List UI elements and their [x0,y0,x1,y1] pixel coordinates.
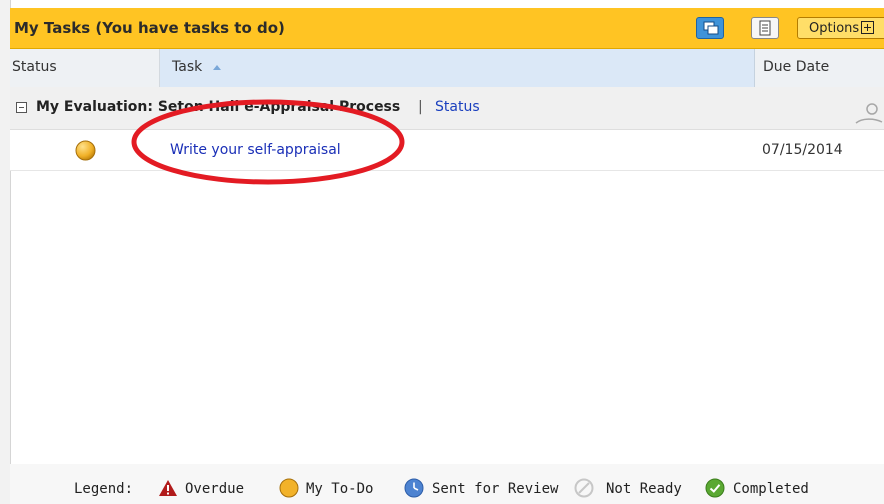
todo-dot-icon [279,478,299,498]
group-separator: | [418,99,423,115]
legend-overdue-label: Overdue [185,481,245,497]
clock-icon [404,478,424,498]
list-view-icon [759,20,771,36]
legend-sent-for-review-label: Sent for Review [432,481,559,497]
todo-dot-icon [75,140,96,161]
task-column-header[interactable]: Task [160,49,755,87]
tree-view-button[interactable] [696,17,724,39]
group-status-link[interactable]: Status [435,99,480,115]
legend-bar: Legend: Overdue My To-Do Sent for Review… [10,464,884,504]
due-date-column-label: Due Date [763,59,830,75]
due-date-column-header[interactable]: Due Date [755,49,884,87]
sort-ascending-icon [212,64,221,70]
tasks-title-bar: My Tasks (You have tasks to do) Options [10,8,884,49]
overdue-warning-icon [159,480,177,496]
user-search-icon[interactable] [852,99,884,125]
task-panel: My Tasks (You have tasks to do) Options … [0,0,884,504]
task-column-label: Task [172,59,203,75]
options-button[interactable]: Options [797,17,884,39]
options-label: Options [809,21,860,36]
column-header-row: Status Task Due Date [10,49,884,88]
completed-check-icon [705,478,725,498]
status-column-label: Status [12,59,57,75]
task-due-date: 07/15/2014 [762,142,843,158]
collapse-minus-icon[interactable] [16,102,27,113]
not-ready-icon [574,478,594,498]
expand-plus-icon [861,21,874,34]
legend-todo-label: My To-Do [306,481,374,497]
legend-not-ready-label: Not Ready [606,481,682,497]
panel-title: My Tasks (You have tasks to do) [14,19,285,37]
annotation-ellipse [131,99,405,185]
legend-label: Legend: [74,481,134,497]
legend-completed-label: Completed [733,481,809,497]
status-column-header[interactable]: Status [10,49,160,87]
list-view-button[interactable] [751,17,779,39]
tree-view-icon [703,21,719,35]
